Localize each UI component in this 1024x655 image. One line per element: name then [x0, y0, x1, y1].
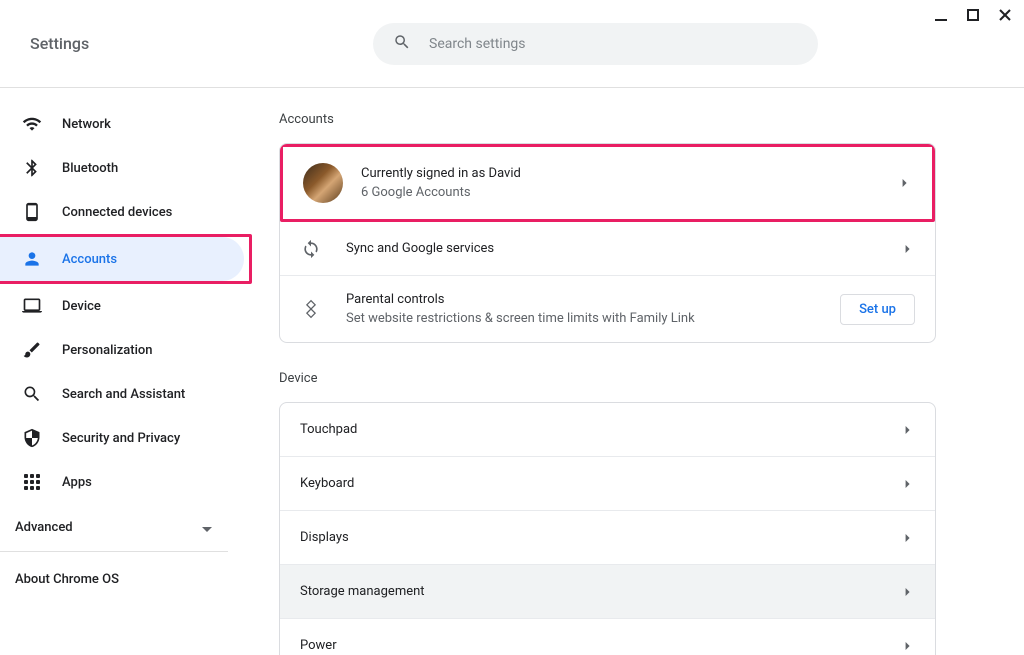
chevron-right-icon — [898, 176, 912, 190]
chevron-right-icon — [901, 585, 915, 599]
laptop-icon — [22, 296, 42, 316]
row-label: Keyboard — [300, 474, 901, 494]
sidebar-item-label: Bluetooth — [62, 161, 118, 176]
sidebar-accounts-highlight: Accounts — [0, 234, 252, 284]
sidebar-item-label: Apps — [62, 475, 92, 490]
bluetooth-icon — [22, 158, 42, 178]
sync-title: Sync and Google services — [346, 239, 901, 259]
sidebar-item-search-assistant[interactable]: Search and Assistant — [0, 372, 228, 416]
search-input[interactable] — [429, 36, 798, 52]
row-label: Touchpad — [300, 420, 901, 440]
shield-icon — [22, 428, 42, 448]
chevron-down-icon — [202, 518, 212, 537]
parental-controls-row[interactable]: Parental controls Set website restrictio… — [280, 276, 935, 342]
maximize-icon[interactable] — [966, 8, 980, 22]
sidebar-item-label: Network — [62, 117, 111, 132]
main-content: Accounts Currently signed in as David 6 … — [255, 88, 1024, 655]
chevron-right-icon — [901, 423, 915, 437]
user-avatar — [303, 163, 343, 203]
chevron-right-icon — [901, 477, 915, 491]
header: Settings — [0, 0, 1024, 88]
device-card: Touchpad Keyboard Displays Storage manag… — [279, 402, 936, 655]
family-icon — [300, 298, 322, 320]
sync-icon — [300, 238, 322, 260]
parental-title: Parental controls — [346, 290, 828, 310]
parental-subtitle: Set website restrictions & screen time l… — [346, 310, 828, 328]
accounts-signed-in-highlight: Currently signed in as David 6 Google Ac… — [280, 144, 935, 222]
row-text: Sync and Google services — [346, 239, 901, 259]
brush-icon — [22, 340, 42, 360]
minimize-icon[interactable] — [934, 8, 948, 22]
sidebar-item-personalization[interactable]: Personalization — [0, 328, 228, 372]
signed-in-subtitle: 6 Google Accounts — [361, 184, 898, 202]
page-title: Settings — [30, 34, 373, 53]
chevron-right-icon — [901, 639, 915, 653]
chevron-right-icon — [901, 531, 915, 545]
signed-in-title: Currently signed in as David — [361, 164, 898, 184]
sidebar: Network Bluetooth Connected devices Acco… — [0, 88, 255, 655]
device-power-row[interactable]: Power — [280, 619, 935, 655]
device-storage-row[interactable]: Storage management — [280, 565, 935, 619]
sidebar-item-label: Accounts — [62, 252, 117, 267]
close-icon[interactable] — [998, 8, 1012, 22]
sidebar-item-device[interactable]: Device — [0, 284, 228, 328]
about-label: About Chrome OS — [15, 572, 119, 587]
sidebar-item-connected-devices[interactable]: Connected devices — [0, 190, 228, 234]
sidebar-item-label: Search and Assistant — [62, 387, 185, 402]
search-container[interactable] — [373, 23, 818, 65]
window-controls — [934, 8, 1012, 22]
person-icon — [22, 249, 42, 269]
accounts-signed-in-row[interactable]: Currently signed in as David 6 Google Ac… — [283, 147, 932, 219]
device-touchpad-row[interactable]: Touchpad — [280, 403, 935, 457]
setup-button[interactable]: Set up — [840, 294, 915, 325]
device-displays-row[interactable]: Displays — [280, 511, 935, 565]
phone-icon — [22, 202, 42, 222]
sidebar-item-security-privacy[interactable]: Security and Privacy — [0, 416, 228, 460]
row-label: Displays — [300, 528, 901, 548]
search-assistant-icon — [22, 384, 42, 404]
row-label: Power — [300, 636, 901, 655]
sync-row[interactable]: Sync and Google services — [280, 222, 935, 276]
sidebar-item-apps[interactable]: Apps — [0, 460, 228, 504]
sidebar-item-label: Device — [62, 299, 101, 314]
sidebar-item-label: Security and Privacy — [62, 431, 180, 446]
device-keyboard-row[interactable]: Keyboard — [280, 457, 935, 511]
sidebar-item-label: Personalization — [62, 343, 153, 358]
apps-icon — [22, 472, 42, 492]
row-text: Parental controls Set website restrictio… — [346, 290, 828, 328]
row-text: Currently signed in as David 6 Google Ac… — [361, 164, 898, 202]
wifi-icon — [22, 114, 42, 134]
sidebar-item-accounts[interactable]: Accounts — [0, 237, 244, 281]
sidebar-advanced[interactable]: Advanced — [0, 504, 228, 552]
accounts-card: Currently signed in as David 6 Google Ac… — [279, 143, 936, 343]
sidebar-item-network[interactable]: Network — [0, 102, 228, 146]
advanced-label: Advanced — [15, 520, 73, 535]
section-title-accounts: Accounts — [279, 112, 936, 127]
section-title-device: Device — [279, 371, 936, 386]
sidebar-item-label: Connected devices — [62, 205, 172, 220]
row-label: Storage management — [300, 582, 901, 602]
chevron-right-icon — [901, 242, 915, 256]
sidebar-about[interactable]: About Chrome OS — [0, 552, 255, 601]
sidebar-item-bluetooth[interactable]: Bluetooth — [0, 146, 228, 190]
search-icon — [393, 33, 411, 55]
